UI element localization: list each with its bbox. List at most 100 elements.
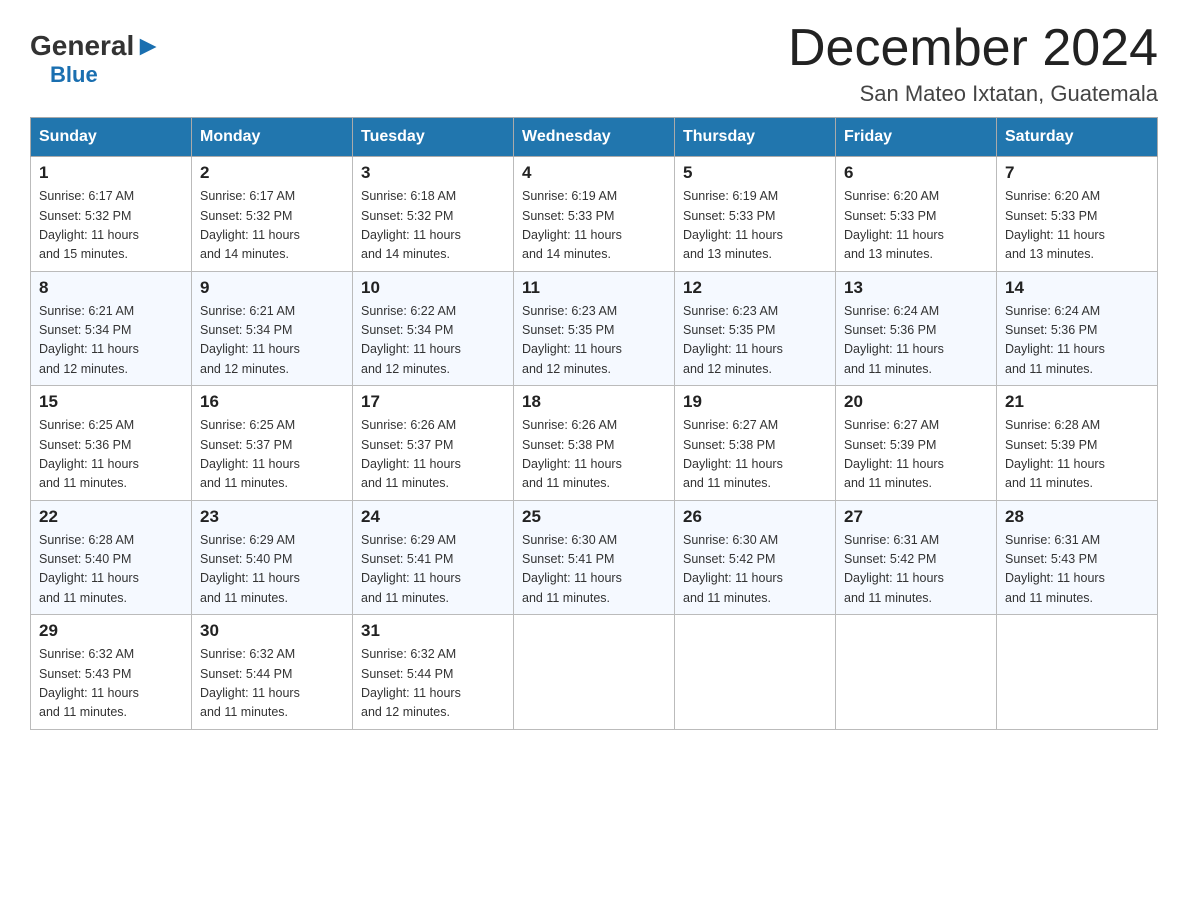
day-number: 3 — [361, 163, 505, 183]
day-info: Sunrise: 6:30 AMSunset: 5:41 PMDaylight:… — [522, 533, 622, 605]
day-info: Sunrise: 6:26 AMSunset: 5:38 PMDaylight:… — [522, 418, 622, 490]
day-number: 9 — [200, 278, 344, 298]
col-tuesday: Tuesday — [353, 118, 514, 157]
day-info: Sunrise: 6:19 AMSunset: 5:33 PMDaylight:… — [683, 189, 783, 261]
calendar-week-row: 22 Sunrise: 6:28 AMSunset: 5:40 PMDaylig… — [31, 500, 1158, 615]
day-number: 31 — [361, 621, 505, 641]
table-row: 12 Sunrise: 6:23 AMSunset: 5:35 PMDaylig… — [675, 271, 836, 386]
day-info: Sunrise: 6:31 AMSunset: 5:43 PMDaylight:… — [1005, 533, 1105, 605]
day-info: Sunrise: 6:20 AMSunset: 5:33 PMDaylight:… — [844, 189, 944, 261]
col-sunday: Sunday — [31, 118, 192, 157]
table-row — [836, 615, 997, 730]
calendar-header-row: Sunday Monday Tuesday Wednesday Thursday… — [31, 118, 1158, 157]
day-number: 7 — [1005, 163, 1149, 183]
location-title: San Mateo Ixtatan, Guatemala — [788, 81, 1158, 107]
day-info: Sunrise: 6:31 AMSunset: 5:42 PMDaylight:… — [844, 533, 944, 605]
table-row: 16 Sunrise: 6:25 AMSunset: 5:37 PMDaylig… — [192, 386, 353, 501]
table-row — [675, 615, 836, 730]
day-number: 15 — [39, 392, 183, 412]
title-block: December 2024 San Mateo Ixtatan, Guatema… — [788, 20, 1158, 107]
day-number: 8 — [39, 278, 183, 298]
day-info: Sunrise: 6:32 AMSunset: 5:43 PMDaylight:… — [39, 647, 139, 719]
day-number: 14 — [1005, 278, 1149, 298]
day-info: Sunrise: 6:28 AMSunset: 5:39 PMDaylight:… — [1005, 418, 1105, 490]
day-number: 18 — [522, 392, 666, 412]
table-row: 3 Sunrise: 6:18 AMSunset: 5:32 PMDayligh… — [353, 157, 514, 272]
day-number: 13 — [844, 278, 988, 298]
table-row: 18 Sunrise: 6:26 AMSunset: 5:38 PMDaylig… — [514, 386, 675, 501]
day-number: 25 — [522, 507, 666, 527]
table-row: 24 Sunrise: 6:29 AMSunset: 5:41 PMDaylig… — [353, 500, 514, 615]
day-info: Sunrise: 6:29 AMSunset: 5:41 PMDaylight:… — [361, 533, 461, 605]
day-info: Sunrise: 6:24 AMSunset: 5:36 PMDaylight:… — [844, 304, 944, 376]
table-row: 26 Sunrise: 6:30 AMSunset: 5:42 PMDaylig… — [675, 500, 836, 615]
table-row: 7 Sunrise: 6:20 AMSunset: 5:33 PMDayligh… — [997, 157, 1158, 272]
day-info: Sunrise: 6:28 AMSunset: 5:40 PMDaylight:… — [39, 533, 139, 605]
calendar-week-row: 15 Sunrise: 6:25 AMSunset: 5:36 PMDaylig… — [31, 386, 1158, 501]
table-row: 2 Sunrise: 6:17 AMSunset: 5:32 PMDayligh… — [192, 157, 353, 272]
calendar-week-row: 29 Sunrise: 6:32 AMSunset: 5:43 PMDaylig… — [31, 615, 1158, 730]
table-row: 21 Sunrise: 6:28 AMSunset: 5:39 PMDaylig… — [997, 386, 1158, 501]
table-row: 19 Sunrise: 6:27 AMSunset: 5:38 PMDaylig… — [675, 386, 836, 501]
table-row — [997, 615, 1158, 730]
day-info: Sunrise: 6:21 AMSunset: 5:34 PMDaylight:… — [200, 304, 300, 376]
day-number: 20 — [844, 392, 988, 412]
table-row: 1 Sunrise: 6:17 AMSunset: 5:32 PMDayligh… — [31, 157, 192, 272]
day-number: 22 — [39, 507, 183, 527]
day-info: Sunrise: 6:26 AMSunset: 5:37 PMDaylight:… — [361, 418, 461, 490]
day-info: Sunrise: 6:17 AMSunset: 5:32 PMDaylight:… — [39, 189, 139, 261]
table-row: 14 Sunrise: 6:24 AMSunset: 5:36 PMDaylig… — [997, 271, 1158, 386]
table-row: 5 Sunrise: 6:19 AMSunset: 5:33 PMDayligh… — [675, 157, 836, 272]
table-row: 10 Sunrise: 6:22 AMSunset: 5:34 PMDaylig… — [353, 271, 514, 386]
table-row: 30 Sunrise: 6:32 AMSunset: 5:44 PMDaylig… — [192, 615, 353, 730]
page-header: General► Blue December 2024 San Mateo Ix… — [30, 20, 1158, 107]
logo-blue-text: Blue — [50, 62, 98, 88]
table-row: 28 Sunrise: 6:31 AMSunset: 5:43 PMDaylig… — [997, 500, 1158, 615]
table-row: 4 Sunrise: 6:19 AMSunset: 5:33 PMDayligh… — [514, 157, 675, 272]
day-number: 26 — [683, 507, 827, 527]
col-monday: Monday — [192, 118, 353, 157]
table-row: 20 Sunrise: 6:27 AMSunset: 5:39 PMDaylig… — [836, 386, 997, 501]
day-info: Sunrise: 6:23 AMSunset: 5:35 PMDaylight:… — [683, 304, 783, 376]
day-number: 6 — [844, 163, 988, 183]
day-number: 5 — [683, 163, 827, 183]
day-number: 29 — [39, 621, 183, 641]
day-info: Sunrise: 6:18 AMSunset: 5:32 PMDaylight:… — [361, 189, 461, 261]
table-row: 9 Sunrise: 6:21 AMSunset: 5:34 PMDayligh… — [192, 271, 353, 386]
day-info: Sunrise: 6:22 AMSunset: 5:34 PMDaylight:… — [361, 304, 461, 376]
day-number: 19 — [683, 392, 827, 412]
col-wednesday: Wednesday — [514, 118, 675, 157]
day-info: Sunrise: 6:25 AMSunset: 5:37 PMDaylight:… — [200, 418, 300, 490]
month-title: December 2024 — [788, 20, 1158, 77]
col-saturday: Saturday — [997, 118, 1158, 157]
day-number: 17 — [361, 392, 505, 412]
day-info: Sunrise: 6:27 AMSunset: 5:39 PMDaylight:… — [844, 418, 944, 490]
day-info: Sunrise: 6:30 AMSunset: 5:42 PMDaylight:… — [683, 533, 783, 605]
day-number: 10 — [361, 278, 505, 298]
table-row — [514, 615, 675, 730]
table-row: 23 Sunrise: 6:29 AMSunset: 5:40 PMDaylig… — [192, 500, 353, 615]
day-info: Sunrise: 6:17 AMSunset: 5:32 PMDaylight:… — [200, 189, 300, 261]
table-row: 27 Sunrise: 6:31 AMSunset: 5:42 PMDaylig… — [836, 500, 997, 615]
day-number: 21 — [1005, 392, 1149, 412]
table-row: 29 Sunrise: 6:32 AMSunset: 5:43 PMDaylig… — [31, 615, 192, 730]
day-number: 4 — [522, 163, 666, 183]
day-number: 12 — [683, 278, 827, 298]
day-info: Sunrise: 6:27 AMSunset: 5:38 PMDaylight:… — [683, 418, 783, 490]
day-info: Sunrise: 6:20 AMSunset: 5:33 PMDaylight:… — [1005, 189, 1105, 261]
table-row: 31 Sunrise: 6:32 AMSunset: 5:44 PMDaylig… — [353, 615, 514, 730]
day-info: Sunrise: 6:19 AMSunset: 5:33 PMDaylight:… — [522, 189, 622, 261]
calendar-week-row: 1 Sunrise: 6:17 AMSunset: 5:32 PMDayligh… — [31, 157, 1158, 272]
table-row: 22 Sunrise: 6:28 AMSunset: 5:40 PMDaylig… — [31, 500, 192, 615]
table-row: 8 Sunrise: 6:21 AMSunset: 5:34 PMDayligh… — [31, 271, 192, 386]
day-number: 11 — [522, 278, 666, 298]
calendar-week-row: 8 Sunrise: 6:21 AMSunset: 5:34 PMDayligh… — [31, 271, 1158, 386]
day-info: Sunrise: 6:32 AMSunset: 5:44 PMDaylight:… — [200, 647, 300, 719]
table-row: 17 Sunrise: 6:26 AMSunset: 5:37 PMDaylig… — [353, 386, 514, 501]
day-number: 28 — [1005, 507, 1149, 527]
calendar-table: Sunday Monday Tuesday Wednesday Thursday… — [30, 117, 1158, 730]
day-number: 23 — [200, 507, 344, 527]
logo: General► Blue — [30, 30, 162, 88]
logo-general-text: General► — [30, 30, 162, 62]
table-row: 13 Sunrise: 6:24 AMSunset: 5:36 PMDaylig… — [836, 271, 997, 386]
